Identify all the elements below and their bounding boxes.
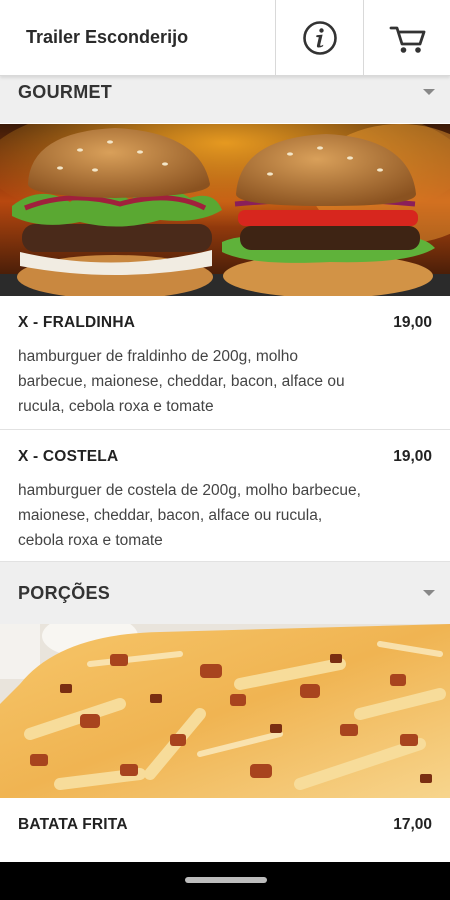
app-header: Trailer Esconderijo (0, 0, 450, 76)
item-name: X - COSTELA (18, 448, 119, 465)
category-title: PORÇÕES (18, 582, 111, 603)
chevron-down-icon (423, 590, 435, 596)
cart-button[interactable] (363, 0, 450, 76)
item-description: hamburguer de costela de 200g, molho bar… (18, 482, 361, 549)
menu-item[interactable]: X - FRALDINHA 19,00 hamburguer de fraldi… (0, 296, 450, 430)
fries-photo (0, 624, 450, 798)
info-icon (302, 21, 337, 55)
item-description: hamburguer de fraldinho de 200g, molho b… (18, 348, 345, 415)
item-price: 19,00 (393, 448, 432, 465)
item-price: 17,00 (393, 816, 432, 833)
item-name: BATATA FRITA (18, 816, 128, 833)
info-button[interactable] (275, 0, 363, 76)
menu-item[interactable]: BATATA FRITA 17,00 (0, 798, 450, 860)
category-title: GOURMET (18, 81, 113, 102)
item-price: 19,00 (393, 314, 432, 331)
app-title: Trailer Esconderijo (26, 27, 189, 47)
cart-icon (389, 26, 425, 53)
home-gesture-handle[interactable] (185, 877, 267, 883)
menu-item[interactable]: X - COSTELA 19,00 hamburguer de costela … (0, 430, 450, 562)
system-navigation-bar (0, 862, 450, 900)
item-name: X - FRALDINHA (18, 314, 136, 331)
chevron-down-icon (423, 89, 435, 95)
category-header-porcoes[interactable]: PORÇÕES (0, 562, 450, 624)
burger-photo (0, 124, 450, 296)
